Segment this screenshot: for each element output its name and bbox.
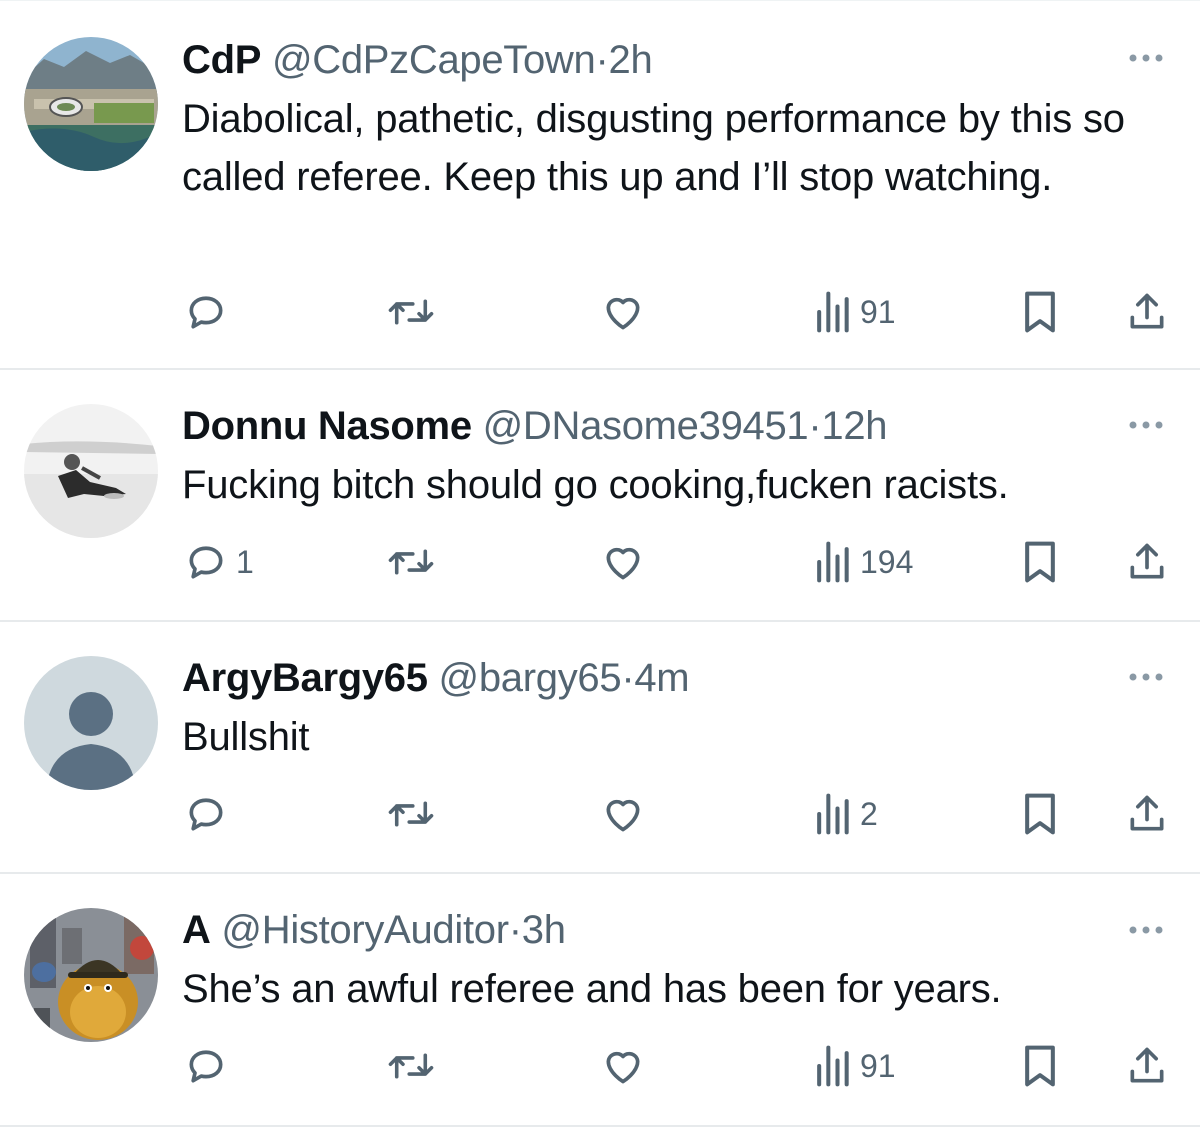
- user-handle[interactable]: @HistoryAuditor: [221, 908, 509, 952]
- tweet-text: Bullshit: [182, 715, 310, 759]
- share-button[interactable]: [1125, 288, 1169, 336]
- timestamp[interactable]: 4m: [634, 656, 689, 700]
- action-bar: 91: [0, 1042, 1200, 1090]
- view-count: 2: [860, 795, 878, 832]
- user-handle[interactable]: @bargy65: [439, 656, 622, 700]
- share-button[interactable]: [1125, 1042, 1169, 1090]
- retweet-button[interactable]: [386, 538, 436, 586]
- view-count: 91: [860, 293, 896, 330]
- bookmark-button[interactable]: [1020, 1042, 1060, 1090]
- retweet-button[interactable]: [386, 288, 436, 336]
- separator-dot: ·: [808, 404, 822, 448]
- avatar[interactable]: [24, 656, 158, 790]
- heart-icon: [606, 1051, 640, 1084]
- tweet-header: Donnu Nasome @DNasome39451·12h: [182, 402, 1142, 450]
- share-button[interactable]: [1125, 790, 1169, 838]
- retweet-icon: [388, 549, 434, 575]
- heart-icon: [606, 297, 640, 330]
- tweet[interactable]: A @HistoryAuditor·3h She’s an awful refe…: [0, 874, 1200, 1131]
- avatar[interactable]: [24, 404, 158, 538]
- timestamp[interactable]: 2h: [609, 38, 653, 82]
- retweet-icon: [388, 1053, 434, 1079]
- views-button[interactable]: 2: [812, 790, 878, 838]
- like-button[interactable]: [600, 790, 646, 838]
- analytics-bars-icon: [817, 1045, 849, 1087]
- timestamp[interactable]: 3h: [522, 908, 566, 952]
- bookmark-button[interactable]: [1020, 288, 1060, 336]
- like-button[interactable]: [600, 288, 646, 336]
- separator-dot: ·: [595, 38, 609, 82]
- views-button[interactable]: 91: [812, 1042, 896, 1090]
- bookmark-icon: [1025, 291, 1055, 333]
- view-count: 91: [860, 1047, 896, 1084]
- user-handle[interactable]: @DNasome39451: [483, 404, 809, 448]
- analytics-bars-icon: [817, 291, 849, 333]
- retweet-button[interactable]: [386, 1042, 436, 1090]
- reply-bubble-icon: [189, 1050, 223, 1083]
- reply-button[interactable]: [184, 790, 236, 838]
- tweet-text: Diabolical, pathetic, disgusting perform…: [182, 97, 1125, 199]
- bookmark-button[interactable]: [1020, 790, 1060, 838]
- avatar[interactable]: [24, 908, 158, 1042]
- display-name[interactable]: A: [182, 908, 211, 952]
- retweet-icon: [388, 801, 434, 827]
- retweet-icon: [388, 299, 434, 325]
- share-upload-icon: [1130, 293, 1164, 329]
- tweet[interactable]: CdP @CdPzCapeTown·2h Diabolical, patheti…: [0, 0, 1200, 370]
- display-name[interactable]: ArgyBargy65: [182, 656, 428, 700]
- like-button[interactable]: [600, 1042, 646, 1090]
- reply-button[interactable]: [184, 288, 236, 336]
- views-button[interactable]: 91: [812, 288, 896, 336]
- action-bar: 1 194: [0, 538, 1200, 586]
- tweet-header: ArgyBargy65 @bargy65·4m: [182, 654, 1142, 702]
- tweet-text: She’s an awful referee and has been for …: [182, 967, 1002, 1011]
- display-name[interactable]: Donnu Nasome: [182, 404, 472, 448]
- timestamp[interactable]: 12h: [821, 404, 887, 448]
- tweet-text: Fucking bitch should go cooking,fucken r…: [182, 463, 1009, 507]
- action-bar: 91: [0, 288, 1200, 336]
- like-button[interactable]: [600, 538, 646, 586]
- tweet-divider: [0, 1125, 1200, 1127]
- reply-bubble-icon: [189, 296, 223, 329]
- action-bar: 2: [0, 790, 1200, 838]
- tweet-header: CdP @CdPzCapeTown·2h: [182, 36, 1142, 84]
- share-upload-icon: [1130, 1047, 1164, 1083]
- share-upload-icon: [1130, 543, 1164, 579]
- heart-icon: [606, 799, 640, 832]
- reply-bubble-icon: [189, 546, 223, 579]
- tweet-header: A @HistoryAuditor·3h: [182, 906, 1142, 954]
- share-upload-icon: [1130, 795, 1164, 831]
- view-count: 194: [860, 543, 914, 580]
- views-button[interactable]: 194: [812, 538, 913, 586]
- bookmark-button[interactable]: [1020, 538, 1060, 586]
- analytics-bars-icon: [817, 793, 849, 835]
- heart-icon: [606, 547, 640, 580]
- reply-button[interactable]: 1: [184, 538, 254, 586]
- tweet[interactable]: Donnu Nasome @DNasome39451·12h Fucking b…: [0, 370, 1200, 622]
- avatar[interactable]: [24, 37, 158, 171]
- reply-count: 1: [236, 543, 254, 580]
- tweet[interactable]: ArgyBargy65 @bargy65·4m Bullshit 2: [0, 622, 1200, 874]
- bookmark-icon: [1025, 1045, 1055, 1087]
- share-button[interactable]: [1125, 538, 1169, 586]
- display-name[interactable]: CdP: [182, 38, 261, 82]
- reply-bubble-icon: [189, 798, 223, 831]
- separator-dot: ·: [508, 908, 522, 952]
- analytics-bars-icon: [817, 541, 849, 583]
- separator-dot: ·: [621, 656, 635, 700]
- reply-button[interactable]: [184, 1042, 236, 1090]
- user-handle[interactable]: @CdPzCapeTown: [272, 38, 596, 82]
- bookmark-icon: [1025, 541, 1055, 583]
- bookmark-icon: [1025, 793, 1055, 835]
- retweet-button[interactable]: [386, 790, 436, 838]
